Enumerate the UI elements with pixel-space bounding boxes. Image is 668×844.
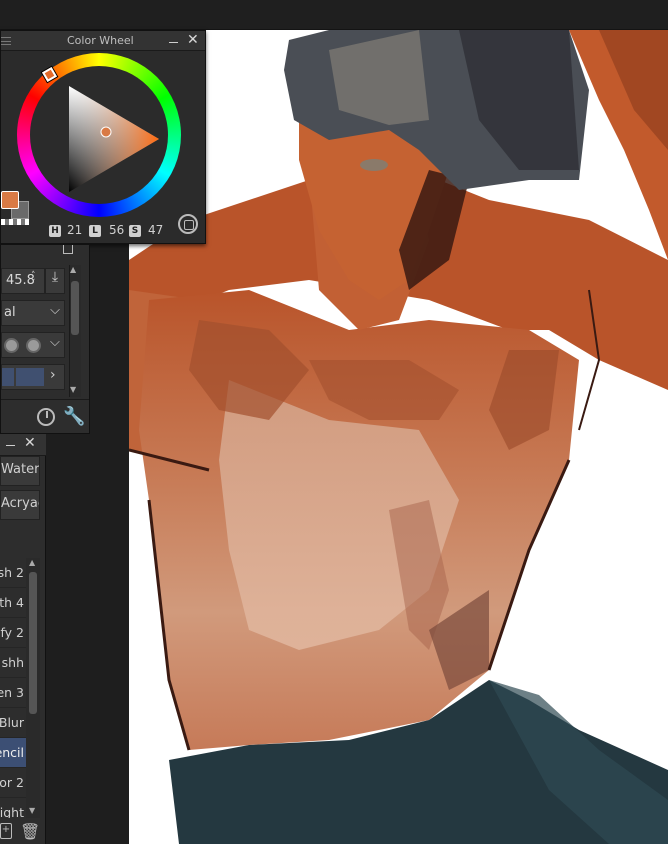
l-label-box: L xyxy=(89,225,101,237)
hls-readout: H 21 L 56 S 47 xyxy=(1,223,207,241)
color-wheel-panel: Color Wheel ✕ H 21 L 56 S 47 xyxy=(0,30,206,244)
color-wheel-titlebar[interactable]: Color Wheel ✕ xyxy=(1,31,205,51)
sub-tool-scrollbar[interactable]: ▲ ▼ xyxy=(26,558,40,818)
chevron-down-icon: ⌵ xyxy=(50,303,60,318)
sub-tool-group-tab-1[interactable]: Waterc xyxy=(0,456,40,486)
trash-icon[interactable]: 🗑 xyxy=(20,822,40,841)
minimize-icon[interactable] xyxy=(6,445,15,446)
close-icon[interactable]: ✕ xyxy=(24,435,36,451)
color-picker-point[interactable] xyxy=(100,126,112,138)
tool-property-footer: 🔧 xyxy=(1,399,89,433)
painting-artwork xyxy=(129,30,668,844)
hue-ring[interactable] xyxy=(17,53,181,217)
l-value: 56 xyxy=(109,223,125,237)
list-item[interactable]: Blur xyxy=(0,708,26,738)
list-item[interactable]: light xyxy=(0,798,26,818)
color-space-toggle-icon[interactable] xyxy=(178,214,198,234)
sub-tool-group-tab-2[interactable]: Acryae xyxy=(0,490,40,520)
list-item[interactable]: en 3 xyxy=(0,678,26,708)
gauge-icon[interactable] xyxy=(37,408,55,426)
tab-label: Waterc xyxy=(1,462,40,477)
sub-tool-footer: + 🗑 xyxy=(0,820,46,844)
wrench-icon[interactable]: 🔧 xyxy=(63,406,85,427)
scrollbar-thumb[interactable] xyxy=(71,281,79,335)
brush-size-spinner[interactable]: ˄ ˅ xyxy=(31,272,36,289)
saturation-lightness-triangle[interactable] xyxy=(67,84,162,194)
duplicate-tool-icon[interactable]: + xyxy=(0,823,12,839)
texture-preview-1 xyxy=(2,368,14,386)
sub-tool-titlebar[interactable]: ✕ xyxy=(0,434,46,456)
scroll-up-icon[interactable]: ▲ xyxy=(29,558,35,567)
list-item[interactable]: ify 2 xyxy=(0,618,26,648)
list-item[interactable]: or 2 xyxy=(0,768,26,798)
main-color-swatch[interactable] xyxy=(1,191,19,209)
sub-tool-panel: ✕ Waterc Acryae sh 2 eth 4 ify 2 shh en … xyxy=(0,434,46,844)
panel-menu-icon[interactable] xyxy=(1,37,11,45)
close-icon[interactable]: ✕ xyxy=(187,32,199,48)
blend-mode-value: al xyxy=(4,305,16,320)
s-value: 47 xyxy=(148,223,164,237)
lock-icon[interactable] xyxy=(63,245,73,254)
list-item[interactable]: shh xyxy=(0,648,26,678)
list-item[interactable]: sh 2 xyxy=(0,558,26,588)
chevron-down-icon[interactable]: ⌵ xyxy=(50,335,60,350)
scroll-down-icon[interactable]: ▼ xyxy=(29,806,35,815)
blend-mode-select[interactable]: al ⌵ xyxy=(1,300,65,326)
h-value: 21 xyxy=(67,223,83,237)
chevron-right-icon[interactable]: › xyxy=(50,367,56,383)
list-item-active[interactable]: encil xyxy=(0,738,26,768)
brush-tip-selector[interactable]: ⌵ xyxy=(1,332,65,358)
brush-tip-soft-icon[interactable] xyxy=(26,338,41,353)
app-top-bar xyxy=(0,0,668,30)
tab-label: Acryae xyxy=(1,496,39,511)
list-item[interactable]: eth 4 xyxy=(0,588,26,618)
brush-size-input[interactable]: 45.8 xyxy=(1,268,45,294)
scroll-up-icon[interactable]: ▲ xyxy=(70,265,76,274)
sub-tool-list: sh 2 eth 4 ify 2 shh en 3 Blur encil or … xyxy=(0,558,26,818)
scrollbar-thumb[interactable] xyxy=(29,572,37,714)
panel-title: Color Wheel xyxy=(67,34,134,47)
s-label-box: S xyxy=(129,225,141,237)
download-icon[interactable]: ⤓ xyxy=(45,268,65,294)
tool-property-panel: 45.8 ˄ ˅ ⤓ al ⌵ ⌵ › ▲ ▼ 🔧 xyxy=(0,244,90,434)
brush-tip-round-icon[interactable] xyxy=(4,338,19,353)
h-label-box: H xyxy=(49,225,61,237)
scroll-down-icon[interactable]: ▼ xyxy=(70,385,76,394)
minimize-icon[interactable] xyxy=(169,42,178,43)
texture-selector[interactable]: › xyxy=(1,364,65,390)
texture-preview-2 xyxy=(16,368,44,386)
drawing-canvas[interactable] xyxy=(129,30,668,844)
